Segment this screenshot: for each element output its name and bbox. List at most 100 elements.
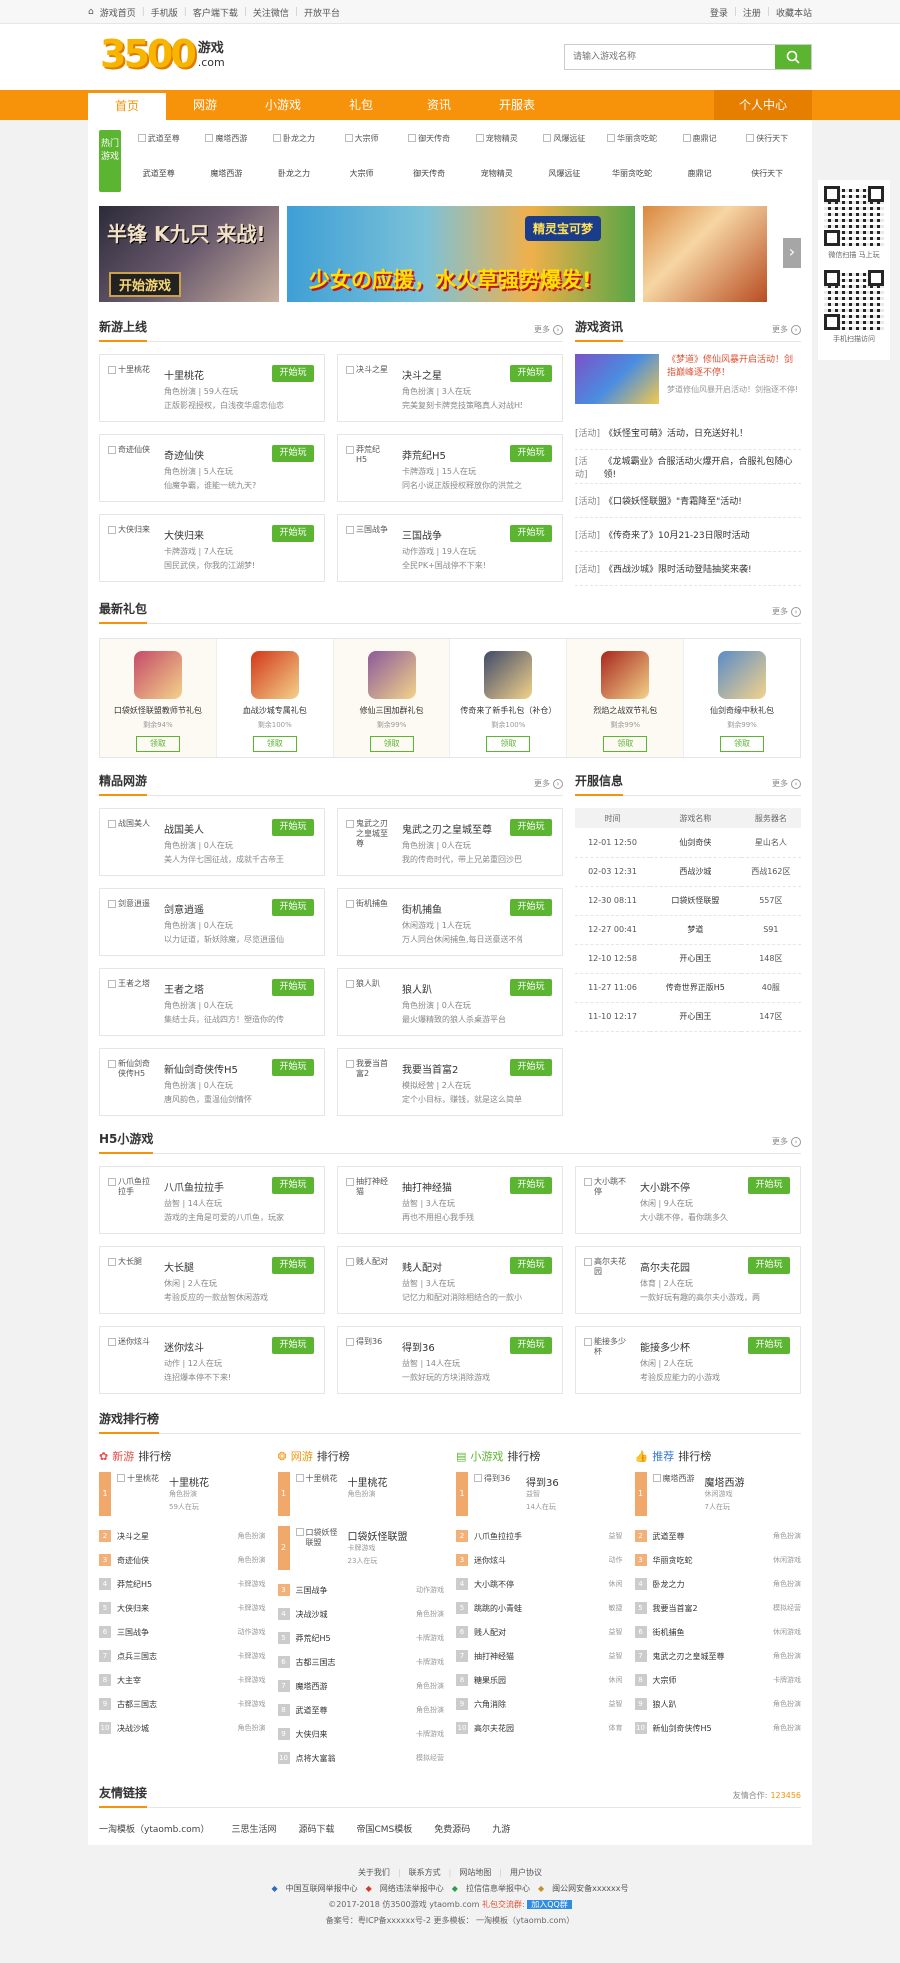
friend-link[interactable]: 源码下载 [298,1822,334,1835]
rank-item[interactable]: 7 抽打神经猫 益智 [456,1644,623,1668]
footer-link[interactable]: 用户协议 [510,1865,542,1881]
rank-game-name[interactable]: 我要当首富2 [653,1603,774,1614]
news-item[interactable]: [活动] 《龙城霸业》合服活动火爆开启，合服礼包随心领! [575,450,801,484]
game-card[interactable]: 决斗之星 决斗之星角色扮演 | 3人在玩完美复刻卡牌竞技策略真人对战H5手游 开始玩 [337,354,563,422]
game-card[interactable]: 贱人配对 贱人配对益智 | 3人在玩记忆力和配对消除相结合的一款小游戏 开始玩 [337,1246,563,1314]
user-center-button[interactable]: 个人中心 [714,90,812,120]
server-row[interactable]: 12-27 00:41 梦道 S91 [575,915,801,945]
play-button[interactable]: 开始玩 [510,979,552,996]
game-name[interactable]: 狼人趴 [402,981,432,996]
game-name[interactable]: 大长腿 [164,1259,194,1274]
server-row[interactable]: 02-03 12:31 西战沙城 西战162区 [575,857,801,887]
news-title[interactable]: 《龙城霸业》合服活动火爆开启，合服礼包随心领! [604,454,801,480]
rank-game-name[interactable]: 大侠归来 [296,1729,417,1740]
rank-game-name[interactable]: 高尔夫花园 [474,1723,609,1734]
rank-game-name[interactable]: 抽打神经猫 [474,1651,609,1662]
rank-item[interactable]: 5 我要当首富2 模拟经营 [634,1596,801,1620]
rank-game-name[interactable]: 糖果乐园 [474,1675,609,1686]
game-card[interactable]: 大小跳不停 大小跳不停 休闲 | 9人在玩 大小跳不停，看你跳多久 开始玩 [575,1166,801,1234]
play-button[interactable]: 开始玩 [510,525,552,542]
rank-item[interactable]: 6 街机捕鱼 休闲游戏 [634,1620,801,1644]
rank-game-name[interactable]: 三国战争 [117,1627,238,1638]
rank-game-name[interactable]: 大主宰 [117,1675,238,1686]
banner-next-arrow-icon[interactable]: › [783,238,801,268]
banner-3[interactable] [643,206,767,302]
gift-claim-button[interactable]: 领取 [135,736,180,752]
hot-game-image[interactable]: 大宗师 [328,130,396,162]
game-card[interactable]: 剑意逍遥 剑意逍遥 角色扮演 | 0人在玩 以力证道，斩妖除魔，尽览逍遥仙途 开始玩 [99,888,325,956]
nav-item-2[interactable]: 小游戏 [244,90,322,120]
footer-badge[interactable]: 网络违法举报中心 [380,1881,444,1897]
news-title[interactable]: 《妖怪宝可萌》活动，日充送好礼！ [604,426,748,439]
rank-game-name[interactable]: 决战沙城 [296,1609,417,1620]
rank-game-name[interactable]: 十里桃花 [348,1474,388,1489]
rank-item[interactable]: 2 八爪鱼拉拉手 益智 [456,1524,623,1548]
join-qq-button[interactable]: 加入QQ群 [527,1900,572,1909]
game-card[interactable]: 抽打神经猫 抽打神经猫 益智 | 3人在玩 再也不用担心我手残 开始玩 [337,1166,563,1234]
rank-item[interactable]: 7 鬼武之刃之皇城至尊 角色扮演 [634,1644,801,1668]
rank-top-item[interactable]: 1 得到36 得到36 益智 14人在玩 [456,1472,623,1520]
friend-link[interactable]: 一淘模板（ytaomb.com） [99,1822,209,1835]
play-button[interactable]: 开始玩 [510,899,552,916]
hot-game-image[interactable]: 武道至尊 [125,130,193,162]
hot-game-image[interactable]: 宠物精灵 [463,130,531,162]
game-card[interactable]: 我要当首富2 我要当首富2 模拟经营 | 2人在玩 定个小目标，赚钱，就是这么简单! 开… [337,1048,563,1116]
server-row[interactable]: 12-30 08:11 口袋妖怪联盟 557区 [575,886,801,916]
game-name[interactable]: 鬼武之刃之皇城至尊 [402,821,492,836]
game-name[interactable]: 得到36 [402,1339,435,1354]
rank-item[interactable]: 10 决战沙城 角色扮演 [99,1716,266,1740]
banner-1-start-button[interactable]: 开始游戏 [109,272,182,297]
hot-game-image[interactable]: 风爆远征 [531,130,599,162]
game-name[interactable]: 三国战争 [402,527,442,542]
hot-game-image[interactable]: 鹿鼎记 [666,130,734,162]
rank-item[interactable]: 3 三国战争 动作游戏 [277,1578,444,1602]
friend-link[interactable]: 帝国CMS模板 [356,1822,412,1835]
rank-item[interactable]: 9 狼人趴 角色扮演 [634,1692,801,1716]
play-button[interactable]: 开始玩 [272,1257,314,1274]
top-link-0[interactable]: 游戏首页 [100,6,136,19]
game-card[interactable]: 鬼武之刃之皇城至尊 鬼武之刃之皇城至尊 角色扮演 | 0人在玩 我的传奇时代，带上兄弟… [337,808,563,876]
hot-game-image[interactable]: 卧龙之力 [260,130,328,162]
game-name[interactable]: 八爪鱼拉拉手 [164,1179,224,1194]
top-right-link-1[interactable]: 注册 [743,6,761,19]
gift-claim-button[interactable]: 领取 [252,736,297,752]
rank-game-name[interactable]: 莽荒纪H5 [117,1579,238,1590]
rank-item[interactable]: 10 点将大富翁 模拟经营 [277,1746,444,1770]
game-card[interactable]: 大侠归来 大侠归来 卡牌游戏 | 7人在玩 国民武侠，你我的江湖梦! 开始玩 [99,514,325,582]
hot-game-image[interactable]: 御天传奇 [395,130,463,162]
game-card[interactable]: 街机捕鱼 街机捕鱼 休闲游戏 | 1人在玩 万人同台休闲捕鱼,每日送豪送不停 开始玩 [337,888,563,956]
game-card[interactable]: 能接多少杯 能接多少杯 休闲 | 2人在玩 考验反应能力的小游戏 开始玩 [575,1326,801,1394]
game-card[interactable]: 奇迹仙侠 奇迹仙侠 角色扮演 | 5人在玩 仙魔争霸，谁能一统九天? 开始玩 [99,434,325,502]
hot-game-name[interactable]: 大宗师 [328,162,396,182]
rank-game-name[interactable]: 迷你炫斗 [474,1555,609,1566]
rank-item[interactable]: 7 魔塔西游 角色扮演 [277,1674,444,1698]
play-button[interactable]: 开始玩 [748,1337,790,1354]
play-button[interactable]: 开始玩 [510,819,552,836]
game-name[interactable]: 决斗之星 [402,367,442,382]
game-card[interactable]: 莽荒纪H5 莽荒纪H5 卡牌游戏 | 15人在玩 同名小说正版授权释放你的洪荒之力 开始… [337,434,563,502]
news-headline[interactable]: 《梦道》修仙风暴开启活动！剑指巅峰逐不停！ 梦道修仙风暴开启活动！剑指逐不停! [575,354,801,408]
site-logo[interactable]: 3500 游戏 .com [100,34,225,74]
game-name[interactable]: 贱人配对 [402,1259,442,1274]
play-button[interactable]: 开始玩 [510,1257,552,1274]
rank-item[interactable]: 8 糖果乐园 休闲 [456,1668,623,1692]
play-button[interactable]: 开始玩 [510,445,552,462]
rank-game-name[interactable]: 点将大富翁 [296,1753,417,1764]
game-name[interactable]: 十里桃花 [164,367,204,382]
top-right-link-2[interactable]: 收藏本站 [776,6,812,19]
game-name[interactable]: 奇迹仙侠 [164,447,204,462]
rank-item[interactable]: 5 莽荒纪H5 卡牌游戏 [277,1626,444,1650]
rank-game-name[interactable]: 狼人趴 [653,1699,774,1710]
hot-game-name[interactable]: 宠物精灵 [463,162,531,182]
play-button[interactable]: 开始玩 [272,819,314,836]
hot-game-name[interactable]: 侠行天下 [733,162,801,182]
rank-game-name[interactable]: 点兵三国志 [117,1651,238,1662]
gift-name[interactable]: 血战沙城专属礼包 [217,705,333,716]
nav-item-0[interactable]: 首页 [88,90,166,120]
rank-game-name[interactable]: 街机捕鱼 [653,1627,774,1638]
game-card[interactable]: 迷你炫斗 迷你炫斗 动作 | 12人在玩 连招爆本停不下来! 开始玩 [99,1326,325,1394]
footer-link[interactable]: 联系方式 [409,1865,441,1881]
news-item[interactable]: [活动] 《妖怪宝可萌》活动，日充送好礼！ [575,416,801,450]
rank-top-item[interactable]: 1 十里桃花 十里桃花 角色扮演 [277,1472,445,1520]
rank-game-name[interactable]: 大宗师 [653,1675,774,1686]
